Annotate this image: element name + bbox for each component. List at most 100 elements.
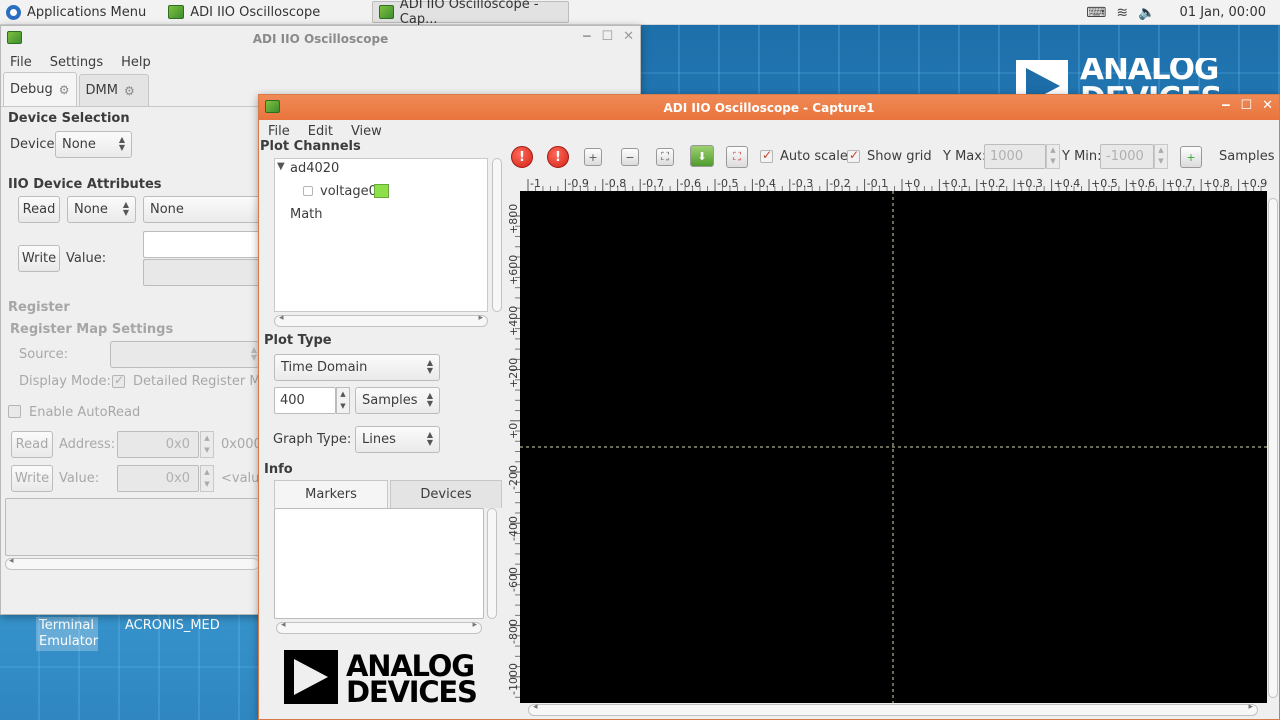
menu-help[interactable]: Help <box>112 55 160 70</box>
save-icon[interactable]: ⬇ <box>690 145 714 167</box>
zoom-in-icon[interactable]: + <box>584 148 602 166</box>
volume-icon[interactable]: 🔈 <box>1138 5 1155 21</box>
device-select[interactable]: None ▲ ▼ <box>55 131 132 158</box>
tab-debug[interactable]: Debug ⚙ <box>3 72 77 106</box>
address-label: Address: <box>59 437 116 452</box>
plot-vscrollbar[interactable] <box>1268 198 1278 698</box>
expander-icon[interactable]: ▼ <box>277 161 285 172</box>
y-tick-label: -200 <box>507 465 520 490</box>
x-tick-label: -0.6 <box>679 177 702 190</box>
channel-color-swatch[interactable] <box>374 184 389 198</box>
register-value-input[interactable]: 0x0 <box>117 465 199 492</box>
sample-count-input[interactable]: 400 <box>274 387 336 414</box>
tab-devices[interactable]: Devices <box>390 480 502 508</box>
ymin-input[interactable]: -1000 <box>1100 144 1154 169</box>
graph-type-label: Graph Type: <box>273 432 352 447</box>
source-label: Source: <box>19 347 69 362</box>
menu-file[interactable]: File <box>259 124 299 139</box>
single-capture-stop-icon[interactable]: ! <box>547 146 569 168</box>
plot-type-select[interactable]: Time Domain ▲ ▼ <box>274 354 440 381</box>
y-tick-label: +0 <box>507 422 520 439</box>
channel-checkbox[interactable] <box>303 186 313 196</box>
value-input[interactable] <box>143 231 259 258</box>
markers-hscrollbar[interactable]: ◂ ▸ <box>276 620 482 634</box>
write-button[interactable]: Write <box>18 245 60 272</box>
maximize-icon[interactable]: ☐ <box>601 29 613 44</box>
menu-settings[interactable]: Settings <box>41 55 112 70</box>
system-tray: ⌨ ≋ 🔈 01 Jan, 00:00 <box>1086 0 1280 25</box>
menu-file[interactable]: File <box>1 55 41 70</box>
address-spin[interactable]: ▲ ▼ <box>200 431 214 458</box>
channel-hscrollbar[interactable]: ◂ ▸ <box>274 313 488 327</box>
minimize-icon[interactable]: ‒ <box>1221 98 1230 113</box>
display-mode-label: Display Mode: <box>19 374 111 389</box>
address-input[interactable]: 0x0 <box>117 431 199 458</box>
source-select[interactable]: ▲ ▼ <box>110 341 259 368</box>
channel-tree <box>274 158 488 312</box>
main-window-titlebar[interactable]: ADI IIO Oscilloscope ‒ ☐ ✕ <box>1 26 640 51</box>
network-icon[interactable]: ≋ <box>1116 5 1128 21</box>
show-grid-checkbox[interactable] <box>847 148 860 163</box>
zoom-fit-icon[interactable]: ⛶ <box>656 148 674 166</box>
keyboard-icon[interactable]: ⌨ <box>1086 5 1106 21</box>
register-value-spin[interactable]: ▲ ▼ <box>200 465 214 492</box>
samples-label: Samples <box>1219 149 1275 164</box>
detach-icon[interactable]: ⚙ <box>124 84 135 98</box>
address-hint: 0x000 <box>221 437 259 452</box>
ymax-spin[interactable]: ▲ ▼ <box>1046 144 1060 169</box>
ymax-input[interactable]: 1000 <box>984 144 1046 169</box>
menu-view[interactable]: View <box>342 124 391 139</box>
plot-hscrollbar[interactable]: ◂ ▸ <box>528 702 1258 716</box>
clock[interactable]: 01 Jan, 00:00 <box>1180 5 1266 20</box>
main-menubar: File Settings Help <box>1 51 640 73</box>
zoom-out-icon[interactable]: − <box>621 148 639 166</box>
window-title: ADI IIO Oscilloscope <box>252 31 389 46</box>
sample-unit-select[interactable]: Samples ▲ ▼ <box>355 387 440 414</box>
channel-label[interactable]: voltage0 <box>320 184 377 199</box>
main-hscrollbar[interactable]: ◂ <box>5 556 259 570</box>
fullscreen-icon[interactable]: ⛶ <box>726 146 748 168</box>
register-value-label: Value: <box>59 471 100 486</box>
tab-markers[interactable]: Markers <box>274 480 388 508</box>
detailed-register-map-checkbox[interactable] <box>112 373 125 388</box>
minimize-icon[interactable]: ‒ <box>582 29 591 44</box>
maximize-icon[interactable]: ☐ <box>1240 98 1252 113</box>
x-tick-label: +0.8 <box>1203 177 1230 190</box>
value-label: Value: <box>66 251 107 266</box>
x-tick-label: -0.5 <box>717 177 739 190</box>
markers-vscrollbar[interactable] <box>487 508 497 619</box>
desktop-icon-acronis[interactable]: ACRONIS_MED <box>122 617 223 635</box>
desktop-icon-terminal[interactable]: Terminal Emulator <box>36 617 98 651</box>
auto-scale-checkbox[interactable] <box>760 148 773 163</box>
window-title: ADI IIO Oscilloscope - Capture1 <box>663 100 875 115</box>
attribute-select[interactable]: None ▲ ▼ <box>67 196 136 223</box>
capture-window-titlebar[interactable]: ADI IIO Oscilloscope - Capture1 ‒ ☐ ✕ <box>259 95 1279 120</box>
enable-autoread-checkbox[interactable] <box>8 405 21 418</box>
menu-edit[interactable]: Edit <box>299 124 342 139</box>
tab-dmm[interactable]: DMM ⚙ <box>78 74 149 106</box>
applications-menu-button[interactable]: Applications Menu <box>0 0 152 25</box>
taskbar-item-label: ADI IIO Oscilloscope <box>190 4 321 20</box>
math-node[interactable]: Math <box>290 207 323 222</box>
stop-icon[interactable]: ! <box>511 146 533 168</box>
device-node[interactable]: ad4020 <box>290 161 339 176</box>
detach-icon[interactable]: ⚙ <box>59 83 70 97</box>
register-write-button[interactable]: Write <box>11 465 53 492</box>
capture-menubar: File Edit View <box>259 120 1279 142</box>
sample-count-spin[interactable]: ▲ ▼ <box>336 387 350 414</box>
graph-type-select[interactable]: Lines ▲ ▼ <box>355 426 440 453</box>
plot-canvas[interactable] <box>520 191 1267 703</box>
ymin-spin[interactable]: ▲ ▼ <box>1154 144 1168 169</box>
enable-autoread-label: Enable AutoRead <box>29 405 141 420</box>
close-icon[interactable]: ✕ <box>623 29 634 44</box>
taskbar-item-capture[interactable]: ADI IIO Oscilloscope - Cap... <box>372 0 570 27</box>
info-heading: Info <box>264 462 293 477</box>
x-tick-label: -1 <box>530 177 541 190</box>
close-icon[interactable]: ✕ <box>1262 98 1273 113</box>
register-read-button[interactable]: Read <box>11 431 53 458</box>
read-button[interactable]: Read <box>18 196 60 223</box>
add-plot-icon[interactable]: + <box>1180 146 1202 168</box>
taskbar-item-oscilloscope[interactable]: ADI IIO Oscilloscope <box>162 0 326 25</box>
attribute-value-select[interactable]: None <box>143 196 259 223</box>
channel-vscrollbar[interactable] <box>492 158 502 312</box>
